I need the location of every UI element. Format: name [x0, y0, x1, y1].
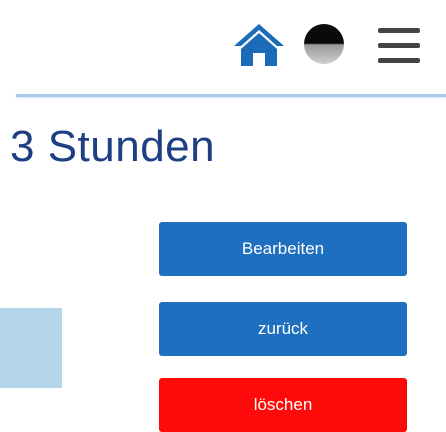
edit-button[interactable]: Bearbeiten: [159, 222, 407, 276]
back-button[interactable]: zurück: [159, 302, 407, 356]
side-panel: [0, 308, 62, 388]
page-title: 3 Stunden: [10, 122, 216, 171]
avatar[interactable]: [304, 24, 344, 64]
header-divider: [16, 94, 446, 97]
delete-button[interactable]: löschen: [159, 378, 407, 432]
menu-icon[interactable]: [378, 28, 420, 64]
home-icon[interactable]: [232, 22, 286, 68]
